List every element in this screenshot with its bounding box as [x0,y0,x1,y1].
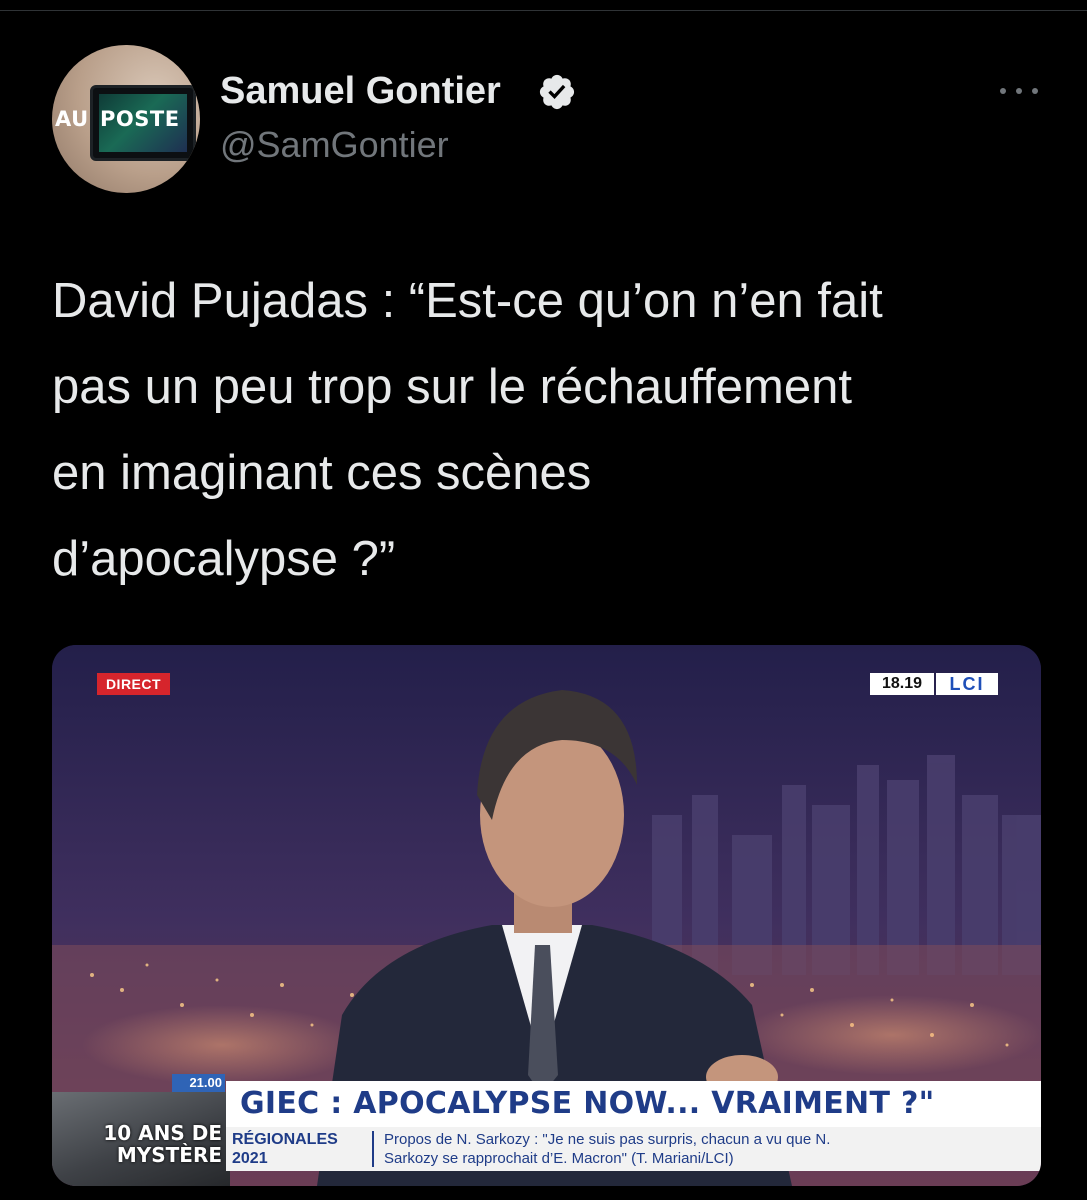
broadcast-headline: GIEC : APOCALYPSE NOW... VRAIMENT ?" [240,1086,935,1121]
avatar-logo-text: POSTE [100,107,180,131]
ticker-label: RÉGIONALES 2021 [232,1131,338,1167]
tweet-text-line: pas un peu trop sur le réchauffement [52,360,852,414]
program-promo: 10 ANS DE MYSTÈRE [52,1092,230,1186]
tweet-media-image[interactable]: DIRECT 18.19 LCI 21.00 10 ANS DE MYSTÈRE… [52,645,1041,1186]
avatar-logo-text: AU [55,107,89,131]
promo-text-line: MYSTÈRE [116,1143,222,1167]
author-handle[interactable]: @SamGontier [220,124,449,166]
author-display-name[interactable]: Samuel Gontier [220,70,501,113]
verified-badge-icon [539,74,575,110]
top-divider [0,10,1087,11]
more-options-icon[interactable] [996,76,1042,104]
schedule-time: 21.00 [172,1074,225,1092]
tweet-text-line: d’apocalypse ?” [52,532,396,586]
author-avatar[interactable]: AU POSTE [52,45,200,193]
broadcast-time: 18.19 [870,673,934,695]
promo-text-line: 10 ANS DE [103,1121,222,1145]
tweet-text: David Pujadas : “Est-ce qu’on n’en fait … [52,258,1052,602]
ticker-text: Propos de N. Sarkozy : "Je ne suis pas s… [384,1131,831,1167]
tweet-text-line: en imaginant ces scènes [52,446,592,500]
channel-logo: LCI [936,673,998,695]
ticker-divider [372,1131,374,1167]
live-badge: DIRECT [97,673,170,695]
tweet-text-line: David Pujadas : “Est-ce qu’on n’en fait [52,274,883,328]
